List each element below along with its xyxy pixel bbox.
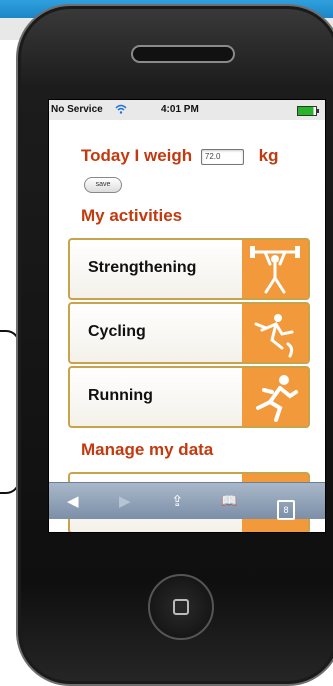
phone-frame: No Service 4:01 PM Today I weigh 72.0 kg… <box>16 4 333 686</box>
activity-strengthening[interactable]: Strengthening <box>68 238 310 300</box>
weight-input[interactable]: 72.0 <box>200 148 244 165</box>
activity-cycling[interactable]: Cycling <box>68 302 310 364</box>
activity-label: Running <box>88 387 153 404</box>
home-square-icon <box>173 599 189 615</box>
status-bar: No Service 4:01 PM <box>49 100 325 120</box>
activity-label: Strengthening <box>88 259 197 276</box>
clock: 4:01 PM <box>161 104 199 115</box>
activity-label: Cycling <box>88 323 146 340</box>
carrier-label: No Service <box>51 104 103 115</box>
browser-toolbar: ◀ ▶ ⇪ 📖 8 <box>49 482 325 520</box>
weigh-row: Today I weigh 72.0 kg <box>81 146 278 166</box>
cycling-icon <box>242 304 308 362</box>
activity-running[interactable]: Running <box>68 366 310 428</box>
wifi-icon <box>115 104 127 114</box>
save-button[interactable]: save <box>84 177 122 193</box>
weight-unit: kg <box>258 146 279 165</box>
app-content: Today I weigh 72.0 kg save My activities… <box>49 120 325 532</box>
forward-icon[interactable]: ▶ <box>119 492 131 510</box>
phone-screen: No Service 4:01 PM Today I weigh 72.0 kg… <box>48 99 326 533</box>
bookmarks-icon[interactable]: 📖 <box>221 493 237 509</box>
phone-speaker <box>131 45 235 63</box>
running-icon <box>242 368 308 426</box>
tabs-count: 8 <box>277 500 295 520</box>
manage-data-title: Manage my data <box>81 440 214 459</box>
tabs-icon[interactable]: 8 <box>277 491 295 520</box>
activities-title: My activities <box>81 206 183 225</box>
weightlifting-icon <box>242 240 308 298</box>
home-button[interactable] <box>148 574 214 640</box>
share-icon[interactable]: ⇪ <box>171 492 184 510</box>
back-icon[interactable]: ◀ <box>67 492 79 510</box>
weigh-label: Today I weigh <box>81 146 193 165</box>
battery-icon <box>297 106 319 116</box>
